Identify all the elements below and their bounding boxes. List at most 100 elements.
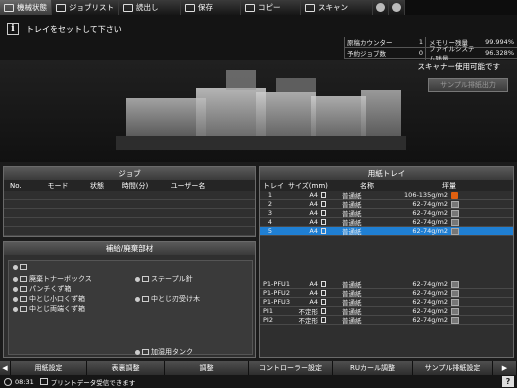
tray-row[interactable]: 1 A4 普通紙 106-135g/m2 [260,191,513,200]
controller-setting-button[interactable]: コントローラー設定 [249,361,333,375]
tray-list-spacer [260,236,513,280]
tray-weight: 62-74g/m2 [412,200,448,208]
tab-machine-status[interactable]: 機械状態 [0,0,52,15]
tray-weight: 62-74g/m2 [412,307,448,315]
job-panel-title: ジョブ [4,167,255,180]
message-text: トレイをセットして下さい [26,25,122,34]
toner-icon [13,264,18,270]
job-list[interactable] [4,191,255,236]
tray-row[interactable]: 4 A4 普通紙 62-74g/m2 [260,218,513,227]
trim-icon [20,296,27,302]
tab-save[interactable]: 保存 [181,0,241,15]
machine-status-icon [4,3,14,12]
status-dot-icon [135,349,140,355]
scroll-right-button[interactable]: ▶ [493,361,517,375]
info-icon: i [7,23,19,35]
tray-paper-name: 普通紙 [342,228,362,236]
scan-icon [305,3,315,12]
counter-value: 1 [418,38,423,46]
tray-weight: 62-74g/m2 [412,227,448,235]
counter-value: 99.994% [485,38,514,46]
power-icon [376,3,385,12]
list-item [13,264,29,270]
counter-row: 予約ジョブ数 0 ファイルシステム残量 96.328% [345,43,517,63]
list-item: パンチくず箱 [13,284,71,294]
copy-icon [245,3,255,12]
consumables-title: 補給/廃棄部材 [4,242,255,255]
paper-level-icon [451,209,459,217]
recall-icon [123,3,133,12]
tray-weight: 62-74g/m2 [412,209,448,217]
paper-level-icon [451,280,459,288]
tray-size: A4 [309,227,318,235]
tray-size: 不定形 [298,317,319,325]
status-dot-icon [135,276,140,282]
tray-size: A4 [309,209,318,217]
tab-copy[interactable]: コピー [241,0,301,15]
tray-number: 2 [267,200,273,208]
tab-scan[interactable]: スキャン [301,0,373,15]
scroll-left-button[interactable]: ◀ [0,361,11,375]
paper-level-icon [451,316,459,324]
status-text: プリントデータ受信できます [50,378,136,387]
tray-row[interactable]: PI2 不定形 普通紙 62-74g/m2 [260,316,513,325]
tab-recall[interactable]: 読出し [119,0,181,15]
list-item: ステープル針 [135,274,193,284]
counter-value: 0 [418,49,423,57]
job-panel: ジョブ No. モード 状態 時間(分) ユーザー名 [3,166,256,237]
list-item: 中とじ刃受け木 [135,294,200,304]
help-button[interactable]: ? [502,376,514,387]
tray-panel-title: 用紙トレイ [260,167,513,180]
staple-icon [142,276,149,282]
tray-weight: 62-74g/m2 [412,298,448,306]
adjust-button[interactable]: 調整 [165,361,249,375]
tray-number: PI2 [263,316,273,324]
tray-size: A4 [309,218,318,226]
table-row[interactable] [4,209,255,218]
pfu-tray-list: P1-PFU1 A4 普通紙 62-74g/m2 P1-PFU2 A4 普通紙 62-74g/… [260,280,513,325]
status-bar: 08:31 プリントデータ受信できます [0,375,517,388]
tank-icon [142,349,149,355]
sample-output-setting-button[interactable]: サンプル排紙設定 [413,361,493,375]
tray-number: P1-PFU2 [263,289,290,297]
table-row[interactable] [4,200,255,209]
counter-label: 原稿カウンター [347,39,393,47]
tray-size: A4 [309,298,318,306]
paper-level-icon [451,218,459,226]
table-row[interactable] [4,218,255,227]
sample-output-button[interactable]: サンプル排紙出力 [428,78,508,92]
message-area: i トレイをセットして下さい 原稿カウンター 1 メモリー残量 99.994% … [0,15,517,63]
column-header: 名称 [360,181,374,190]
curl-adjust-button[interactable]: RUカール調整 [333,361,413,375]
tray-number: 1 [267,191,273,199]
settings-icon [392,3,401,12]
tab-extra-2[interactable] [389,0,405,15]
column-header: 時間(分) [121,181,149,190]
paper-setting-button[interactable]: 用紙設定 [11,361,87,375]
registration-adjust-button[interactable]: 表裏調整 [87,361,165,375]
tab-extra-1[interactable] [373,0,389,15]
tray-number: 5 [267,227,273,235]
tray-row[interactable]: P1-PFU2 A4 普通紙 62-74g/m2 [260,289,513,298]
job-table-header: No. モード 状態 時間(分) ユーザー名 [4,180,255,191]
tray-size: A4 [309,289,318,297]
table-row[interactable] [4,191,255,200]
counter-label: 予約ジョブ数 [347,50,386,58]
waste-toner-icon [20,276,27,282]
tray-weight: 62-74g/m2 [412,289,448,297]
tray-paper-name: 普通紙 [342,317,362,325]
tray-row[interactable]: 2 A4 普通紙 62-74g/m2 [260,200,513,209]
tray-size: A4 [309,280,318,288]
paper-level-icon [451,227,459,235]
tray-number: PI1 [263,307,273,315]
tray-number: 4 [267,218,273,226]
table-row[interactable] [4,227,255,236]
tray-row[interactable]: 5 A4 普通紙 62-74g/m2 [260,227,513,236]
tray-row[interactable]: 3 A4 普通紙 62-74g/m2 [260,209,513,218]
counter-table: 原稿カウンター 1 メモリー残量 99.994% 予約ジョブ数 0 ファイルシス… [344,37,517,63]
column-header: トレイ [263,181,284,190]
blade-icon [142,296,149,302]
machine-illustration [116,70,406,150]
tab-job-list[interactable]: ジョブリスト [52,0,119,15]
tray-row[interactable]: P1-PFU1 A4 普通紙 62-74g/m2 [260,280,513,289]
